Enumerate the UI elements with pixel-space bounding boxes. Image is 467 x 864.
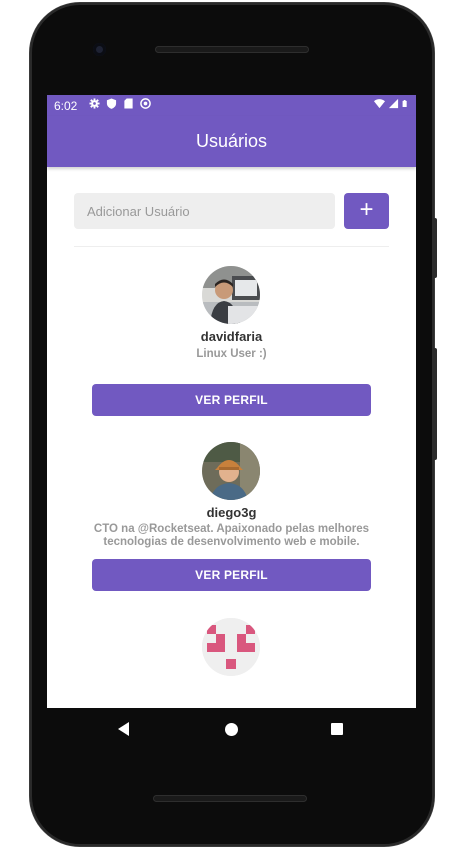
user-bio: Linux User :) [196, 348, 267, 360]
add-user-form: + [74, 193, 389, 229]
app-screen: 6:02 Usuários + [47, 95, 416, 708]
status-bar: 6:02 [47, 95, 416, 116]
user-avatar [202, 266, 260, 324]
user-name: davidfaria [200, 329, 263, 344]
user-name: diego3g [206, 505, 257, 520]
power-button [432, 218, 437, 278]
avatar-photo [202, 266, 260, 324]
app-header: Usuários [47, 116, 416, 167]
add-user-button[interactable]: + [344, 193, 389, 229]
back-icon[interactable] [118, 722, 129, 736]
top-speaker [155, 46, 309, 53]
front-camera [93, 43, 106, 56]
add-user-input[interactable] [74, 193, 335, 229]
battery-icon [402, 100, 407, 107]
page-title: Usuários [195, 131, 268, 151]
user-bio: CTO na @Rocketseat. Apaixonado pelas mel… [93, 523, 370, 548]
avatar-photo [202, 442, 260, 500]
view-profile-button[interactable]: VER PERFIL [92, 559, 371, 591]
home-icon[interactable] [225, 723, 238, 736]
view-profile-button[interactable]: VER PERFIL [92, 384, 371, 416]
plus-icon: + [359, 196, 374, 223]
wifi-icon [374, 99, 385, 109]
bottom-speaker [153, 795, 307, 802]
shield-icon [106, 98, 117, 109]
signal-icon [388, 98, 399, 109]
recents-icon[interactable] [331, 723, 343, 735]
user-card: davidfaria Linux User :) VER PERFIL [47, 266, 416, 416]
gear-icon [89, 98, 100, 109]
volume-button [432, 348, 437, 460]
user-card [47, 618, 416, 678]
status-time: 6:02 [54, 99, 78, 113]
divider [74, 246, 389, 247]
user-avatar [202, 618, 260, 676]
system-nav-bar [47, 708, 416, 752]
sd-card-icon [124, 98, 133, 109]
user-card: diego3g CTO na @Rocketseat. Apaixonado p… [47, 442, 416, 592]
user-avatar [202, 442, 260, 500]
accessibility-icon [140, 98, 151, 109]
identicon-avatar [202, 618, 260, 676]
